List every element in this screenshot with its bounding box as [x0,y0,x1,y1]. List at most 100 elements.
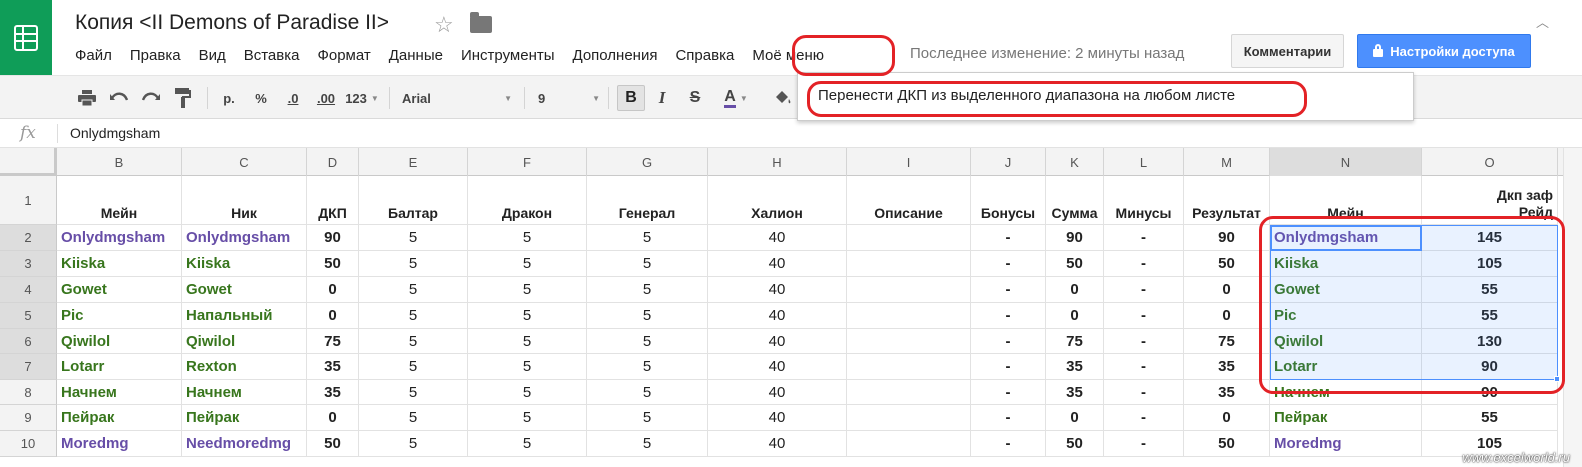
star-icon[interactable]: ☆ [434,12,454,38]
text-color-button[interactable]: A ▼ [716,85,756,111]
cell-f2[interactable]: 5 [468,225,587,251]
menu-addons[interactable]: Дополнения [564,47,667,64]
cell-i6[interactable] [847,329,971,354]
row-header-3[interactable]: 3 [0,251,57,277]
cell-b9[interactable]: Пейрак [57,405,182,431]
cell-c2[interactable]: Onlydmgsham [182,225,307,251]
cell-c4[interactable]: Gowet [182,277,307,303]
header-cell-b[interactable]: Мейн [57,176,182,225]
cell-c7[interactable]: Rexton [182,354,307,380]
row-header-9[interactable]: 9 [0,405,57,431]
cell-o2[interactable]: 145 [1422,225,1558,251]
cell-k3[interactable]: 50 [1046,251,1104,277]
cell-l4[interactable]: - [1104,277,1184,303]
cell-c3[interactable]: Kiiska [182,251,307,277]
fill-color-icon[interactable] [772,85,794,111]
cell-o7[interactable]: 90 [1422,354,1558,380]
cell-c9[interactable]: Пейрак [182,405,307,431]
menu-edit[interactable]: Правка [121,47,190,64]
cell-e3[interactable]: 5 [359,251,468,277]
row-header-2[interactable]: 2 [0,225,57,251]
print-icon[interactable] [76,85,98,111]
cell-f7[interactable]: 5 [468,354,587,380]
cell-d2[interactable]: 90 [307,225,359,251]
menu-view[interactable]: Вид [190,47,235,64]
cell-k2[interactable]: 90 [1046,225,1104,251]
cell-i8[interactable] [847,380,971,405]
cell-h6[interactable]: 40 [708,329,847,354]
column-header-d[interactable]: D [307,148,359,176]
cell-b5[interactable]: Pic [57,303,182,329]
menu-tools[interactable]: Инструменты [452,47,564,64]
cell-g9[interactable]: 5 [587,405,708,431]
cell-h10[interactable]: 40 [708,431,847,457]
cell-l2[interactable]: - [1104,225,1184,251]
cell-g5[interactable]: 5 [587,303,708,329]
cell-b8[interactable]: Начнем [57,380,182,405]
formula-input[interactable]: Onlydmgsham [70,125,160,141]
column-header-h[interactable]: H [708,148,847,176]
row-header-10[interactable]: 10 [0,431,57,457]
cell-d9[interactable]: 0 [307,405,359,431]
cell-j4[interactable]: - [971,277,1046,303]
cell-g2[interactable]: 5 [587,225,708,251]
cell-n10[interactable]: Moredmg [1270,431,1422,457]
column-header-b[interactable]: B [57,148,182,176]
cell-m7[interactable]: 35 [1184,354,1270,380]
header-cell-c[interactable]: Ник [182,176,307,225]
cell-k5[interactable]: 0 [1046,303,1104,329]
cell-f5[interactable]: 5 [468,303,587,329]
cell-c10[interactable]: Needmoredmg [182,431,307,457]
cell-g10[interactable]: 5 [587,431,708,457]
cell-n4[interactable]: Gowet [1270,277,1422,303]
cell-m9[interactable]: 0 [1184,405,1270,431]
cell-i4[interactable] [847,277,971,303]
chevron-up-icon[interactable]: ︿ [1536,12,1549,31]
cell-b7[interactable]: Lotarr [57,354,182,380]
cell-d4[interactable]: 0 [307,277,359,303]
cell-j6[interactable]: - [971,329,1046,354]
column-header-i[interactable]: I [847,148,971,176]
cell-n7[interactable]: Lotarr [1270,354,1422,380]
move-dkp-menu-item[interactable]: Перенести ДКП из выделенного диапазона н… [818,87,1235,104]
cell-m2[interactable]: 90 [1184,225,1270,251]
cell-m10[interactable]: 50 [1184,431,1270,457]
header-cell-l[interactable]: Минусы [1104,176,1184,225]
cell-i10[interactable] [847,431,971,457]
menu-format[interactable]: Формат [308,47,379,64]
cell-f4[interactable]: 5 [468,277,587,303]
cell-k9[interactable]: 0 [1046,405,1104,431]
cell-j7[interactable]: - [971,354,1046,380]
cell-h2[interactable]: 40 [708,225,847,251]
share-button[interactable]: Настройки доступа [1357,34,1531,68]
cell-i7[interactable] [847,354,971,380]
cell-k4[interactable]: 0 [1046,277,1104,303]
header-cell-k[interactable]: Сумма [1046,176,1104,225]
cell-m4[interactable]: 0 [1184,277,1270,303]
cell-o6[interactable]: 130 [1422,329,1558,354]
cell-k6[interactable]: 75 [1046,329,1104,354]
increase-decimal-button[interactable]: .00 [311,85,341,111]
cell-f10[interactable]: 5 [468,431,587,457]
cell-c5[interactable]: Напальный [182,303,307,329]
column-header-o[interactable]: O [1422,148,1558,176]
cell-d8[interactable]: 35 [307,380,359,405]
cell-d3[interactable]: 50 [307,251,359,277]
header-cell-g[interactable]: Генерал [587,176,708,225]
cell-m3[interactable]: 50 [1184,251,1270,277]
percent-format-button[interactable]: % [250,85,272,111]
cell-l6[interactable]: - [1104,329,1184,354]
cell-h8[interactable]: 40 [708,380,847,405]
cell-d5[interactable]: 0 [307,303,359,329]
italic-button[interactable]: I [651,85,673,111]
row-header-6[interactable]: 6 [0,329,57,354]
cell-h4[interactable]: 40 [708,277,847,303]
cell-b6[interactable]: Qiwilol [57,329,182,354]
cell-l10[interactable]: - [1104,431,1184,457]
comments-button[interactable]: Комментарии [1231,34,1344,68]
row-header-8[interactable]: 8 [0,380,57,405]
menu-help[interactable]: Справка [666,47,743,64]
cell-o8[interactable]: 90 [1422,380,1558,405]
select-all-corner[interactable] [0,148,57,176]
cell-i5[interactable] [847,303,971,329]
